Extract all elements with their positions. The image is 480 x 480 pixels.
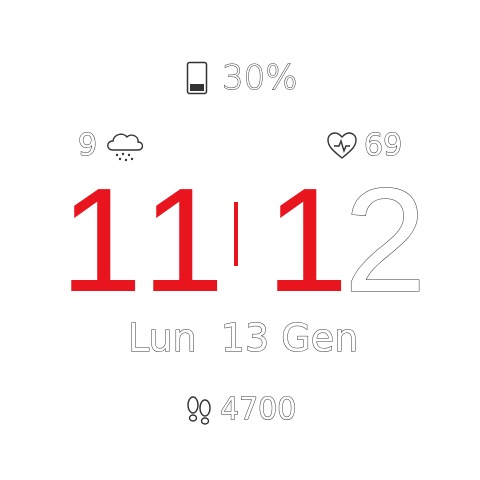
battery-percent: 30%	[222, 58, 299, 99]
time-display: 1 1 1 2	[58, 158, 438, 323]
hour-ones-digit: 1	[142, 158, 225, 323]
steps-widget[interactable]: 4700	[184, 392, 297, 428]
footsteps-icon	[187, 396, 211, 425]
battery-status: 30%	[186, 58, 299, 99]
heart-pulse-icon	[327, 132, 357, 159]
battery-icon	[186, 61, 208, 95]
minute-ones-digit: 2	[343, 158, 427, 323]
steps-count: 4700	[219, 392, 297, 428]
minute-tens-digit: 1	[266, 158, 349, 323]
hour-tens-digit: 1	[60, 158, 143, 323]
date-label: Lun 13 Gen	[127, 316, 359, 361]
time-separator	[234, 202, 238, 266]
watch-face: 30% 9 69 1 1 1 2 Lun 13 Gen 4700	[0, 0, 480, 480]
